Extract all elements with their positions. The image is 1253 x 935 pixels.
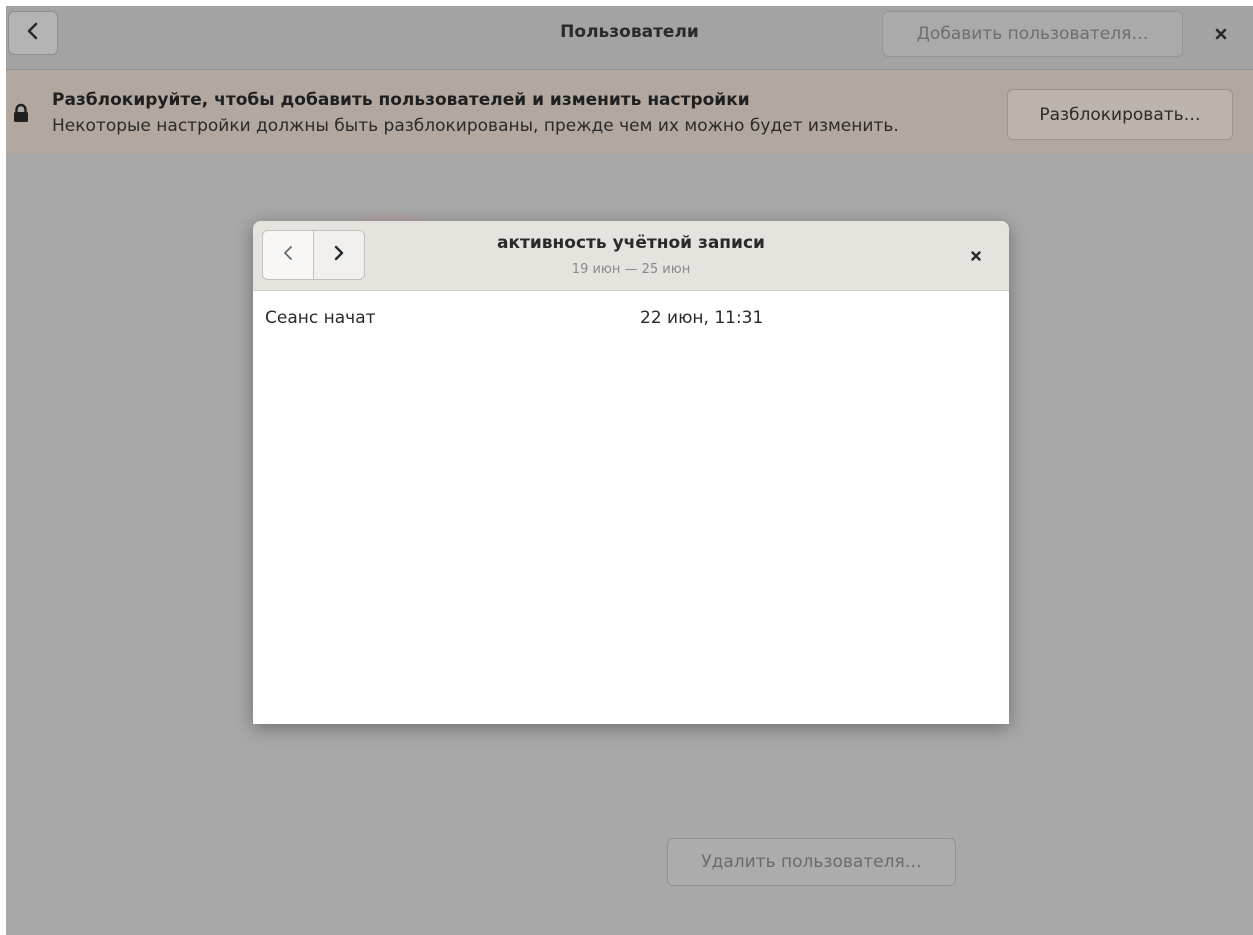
dialog-title: активность учётной записи xyxy=(497,233,765,253)
lock-icon xyxy=(12,103,30,123)
unlock-infobar: Разблокируйте, чтобы добавить пользовате… xyxy=(6,70,1253,154)
dialog-header: активность учётной записи 19 июн — 25 ию… xyxy=(253,221,1009,291)
infobar-subtitle: Некоторые настройки должны быть разблоки… xyxy=(52,116,899,136)
dialog-close-button[interactable] xyxy=(961,242,991,270)
activity-time: 22 июн, 11:31 xyxy=(640,308,764,328)
add-user-button[interactable]: Добавить пользователя… xyxy=(882,11,1183,57)
window-close-button[interactable] xyxy=(1201,20,1241,50)
header-bar: Пользователи Добавить пользователя… xyxy=(6,6,1253,70)
dialog-date-range: 19 июн — 25 июн xyxy=(571,262,691,277)
unlock-button[interactable]: Разблокировать… xyxy=(1007,89,1233,140)
account-activity-dialog: активность учётной записи 19 июн — 25 ию… xyxy=(253,221,1009,724)
delete-user-button[interactable]: Удалить пользователя… xyxy=(667,838,956,886)
activity-event: Сеанс начат xyxy=(265,308,376,328)
close-icon xyxy=(970,247,982,266)
close-icon xyxy=(1214,26,1228,45)
list-item: Сеанс начат 22 июн, 11:31 xyxy=(253,291,1009,347)
infobar-title: Разблокируйте, чтобы добавить пользовате… xyxy=(52,90,750,110)
